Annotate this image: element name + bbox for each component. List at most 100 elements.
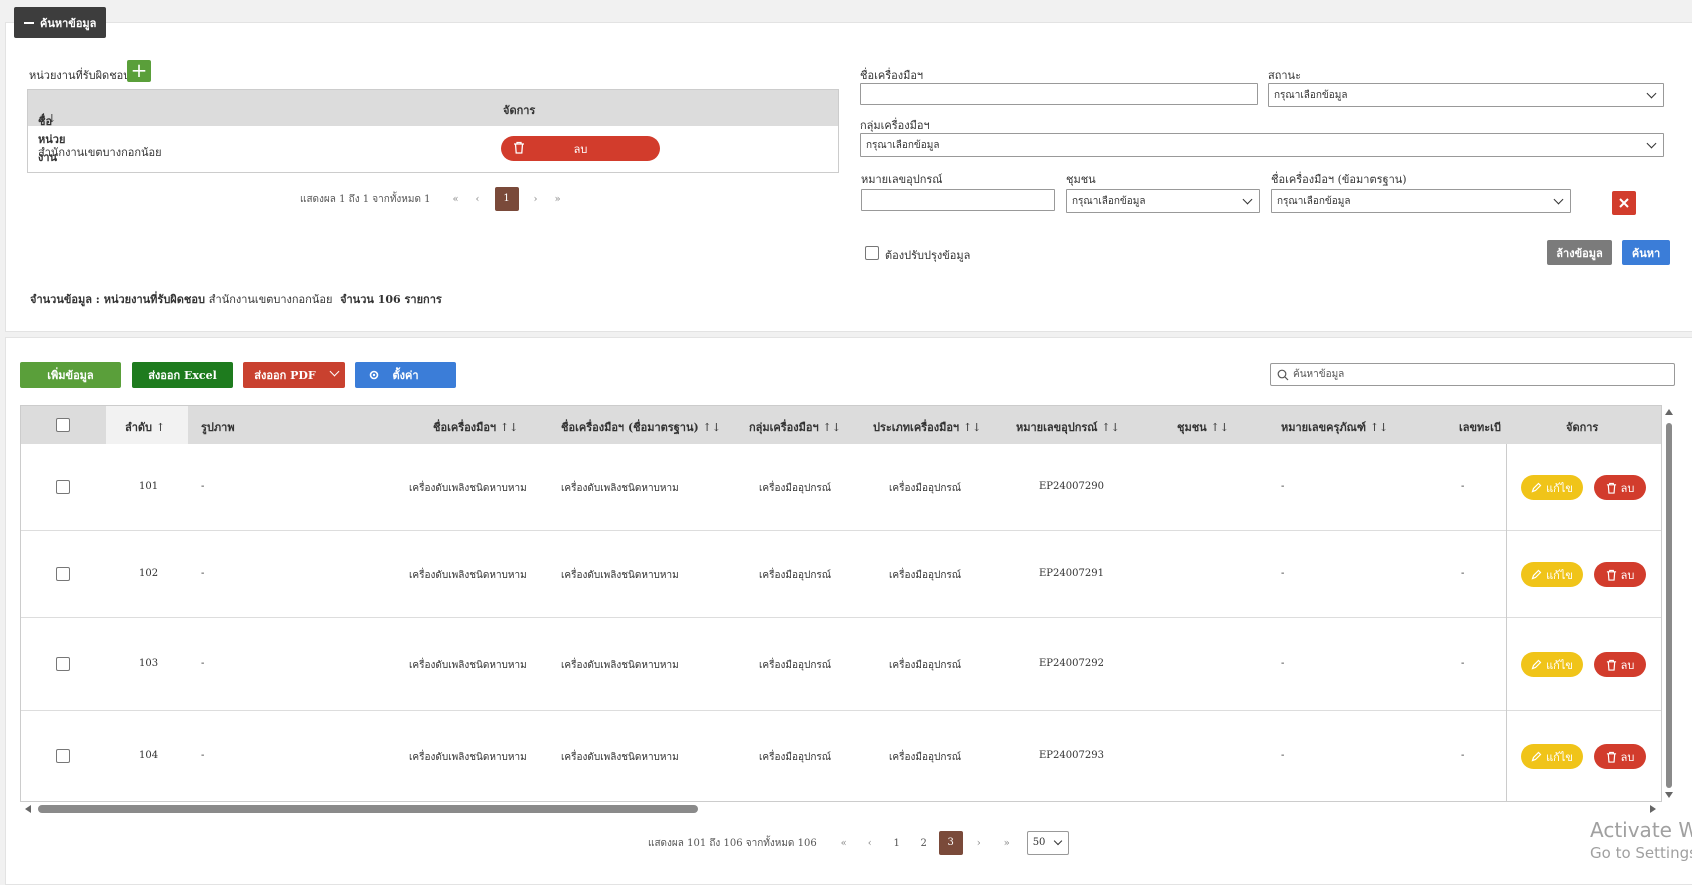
col-manage: จัดการ — [1566, 421, 1599, 434]
next-page-button[interactable]: › — [525, 194, 547, 205]
std-name-select[interactable]: กรุณาเลือกข้อมูล — [1271, 189, 1571, 213]
cell-seq: 104 — [139, 750, 159, 761]
col-type[interactable]: ประเภทเครื่องมือฯ ↑↓ — [873, 418, 981, 436]
vertical-scrollbar[interactable] — [1663, 405, 1675, 802]
responsible-label: หน่วยงานที่รับผิดชอบ — [29, 69, 131, 82]
prev-page-button[interactable]: ‹ — [467, 194, 489, 205]
delete-agency-button[interactable]: ลบ — [501, 136, 660, 161]
community-select-value: กรุณาเลือกข้อมูล — [1072, 195, 1146, 207]
clear-button[interactable]: ล้างข้อมูล — [1547, 240, 1612, 265]
community-select[interactable]: กรุณาเลือกข้อมูล — [1066, 189, 1260, 213]
scroll-left-icon[interactable] — [23, 803, 33, 815]
export-pdf-button[interactable]: ส่งออก PDF — [243, 362, 345, 388]
cell-std-name: เครื่องดับเพลิงชนิดหาบหาม — [561, 660, 679, 671]
cell-asset-no: - — [1281, 481, 1285, 492]
cell-image: - — [201, 750, 205, 761]
cell-image: - — [201, 481, 205, 492]
row-checkbox[interactable] — [56, 657, 70, 671]
device-no-input[interactable] — [861, 189, 1055, 211]
export-excel-button[interactable]: ส่งออก Excel — [132, 362, 233, 388]
page-1-button[interactable]: 1 — [494, 187, 519, 211]
delete-label: ลบ — [573, 142, 588, 156]
status-select[interactable]: กรุณาเลือกข้อมูล — [1268, 83, 1664, 107]
group-select[interactable]: กรุณาเลือกข้อมูล — [860, 133, 1664, 157]
clear-std-name-button[interactable] — [1612, 191, 1636, 215]
chevron-down-icon — [1553, 194, 1564, 205]
select-all-checkbox[interactable] — [56, 418, 70, 432]
row-checkbox[interactable] — [56, 480, 70, 494]
summary-count: จำนวน 106 รายการ — [340, 293, 442, 306]
col-std-name[interactable]: ชื่อเครื่องมือฯ (ชื่อมาตรฐาน) ↑↓ — [561, 418, 721, 436]
gear-icon — [369, 370, 379, 380]
tool-name-label: ชื่อเครื่องมือฯ — [860, 69, 924, 82]
first-page-button[interactable]: « — [831, 838, 857, 849]
search-toggle-button[interactable]: ค้นหาข้อมูล — [14, 7, 106, 38]
sort-icon: ↑↓ — [962, 421, 982, 434]
col-community[interactable]: ชุมชน ↑↓ — [1177, 418, 1229, 436]
add-responsible-button[interactable]: + — [127, 60, 151, 82]
page-1-button[interactable]: 1 — [883, 838, 911, 849]
horizontal-scrollbar[interactable] — [20, 802, 1662, 816]
row-checkbox[interactable] — [56, 567, 70, 581]
next-page-button[interactable]: › — [965, 838, 993, 849]
settings-label: ตั้งค่า — [392, 369, 419, 382]
settings-button[interactable]: ตั้งค่า — [355, 362, 456, 388]
col-reg-no[interactable]: เลขทะเบี — [1459, 418, 1503, 436]
export-pdf-label: ส่งออก PDF — [254, 369, 316, 382]
update-needed-label: ต้องปรับปรุงข้อมูล — [885, 249, 971, 262]
page-2-button[interactable]: 2 — [911, 838, 937, 849]
cell-std-name: เครื่องดับเพลิงชนิดหาบหาม — [561, 570, 679, 581]
search-icon — [1277, 369, 1289, 381]
agency-name: สำนักงานเขตบางกอกน้อย — [38, 146, 162, 159]
cell-device-no: EP24007291 — [1039, 568, 1104, 579]
summary-resp-label: หน่วยงานที่รับผิดชอบ — [103, 293, 205, 306]
cell-device-no: EP24007290 — [1039, 481, 1104, 492]
col-tool-name[interactable]: ชื่อเครื่องมือฯ ↑↓ — [433, 418, 518, 436]
page-size-value: 50 — [1032, 837, 1046, 848]
first-page-button[interactable]: « — [445, 194, 467, 205]
search-button[interactable]: ค้นหา — [1622, 240, 1670, 265]
table-pager: แสดงผล 101 ถึง 106 จากทั้งหมด 106 « ‹ 1 … — [648, 831, 1069, 855]
scroll-up-icon[interactable] — [1663, 407, 1675, 417]
col-device-no[interactable]: หมายเลขอุปกรณ์ ↑↓ — [1016, 418, 1120, 436]
col-group[interactable]: กลุ่มเครื่องมือฯ ↑↓ — [749, 418, 841, 436]
sort-icon: ↑↓ — [822, 421, 841, 434]
activation-watermark: Activate Wi Go to Settings t — [1590, 818, 1692, 862]
last-page-button[interactable]: » — [993, 838, 1021, 849]
row-checkbox[interactable] — [56, 749, 70, 763]
vertical-scroll-thumb[interactable] — [1666, 423, 1672, 788]
cell-group: เครื่องมืออุปกรณ์ — [759, 660, 832, 671]
prev-page-button[interactable]: ‹ — [857, 838, 883, 849]
data-table: ลำดับ ↑ รูปภาพ ชื่อเครื่องมือฯ ↑↓ ชื่อเค… — [20, 405, 1662, 802]
plus-icon: + — [130, 58, 148, 82]
summary-text: จำนวนข้อมูล : หน่วยงานที่รับผิดชอบ สำนัก… — [30, 290, 442, 308]
sort-icon: ↑↓ — [1369, 421, 1389, 434]
scroll-right-icon[interactable] — [1648, 803, 1658, 815]
device-no-label: หมายเลขอุปกรณ์ — [861, 173, 943, 186]
horizontal-scroll-thumb[interactable] — [38, 805, 698, 813]
chevron-down-icon[interactable] — [329, 366, 340, 377]
add-button[interactable]: เพิ่มข้อมูล — [20, 362, 121, 388]
scroll-down-icon[interactable] — [1663, 790, 1675, 800]
col-seq[interactable]: ลำดับ ↑ — [125, 418, 165, 436]
table-search-input[interactable]: ค้นหาข้อมูล — [1270, 363, 1675, 386]
tool-name-input[interactable] — [860, 83, 1258, 105]
cell-reg-no: - — [1461, 568, 1465, 579]
col-asset-no[interactable]: หมายเลขครุภัณฑ์ ↑↓ — [1281, 418, 1388, 436]
page-3-button[interactable]: 3 — [938, 831, 963, 855]
col-image[interactable]: รูปภาพ — [201, 418, 235, 436]
cell-type: เครื่องมืออุปกรณ์ — [889, 752, 962, 763]
summary-prefix: จำนวนข้อมูล : — [30, 293, 100, 306]
responsible-table: ชื่อหน่วยงาน ↑↓ จัดการ สำนักงานเขตบางกอก… — [27, 89, 839, 173]
status-label: สถานะ — [1268, 69, 1301, 82]
update-needed-checkbox[interactable] — [865, 246, 879, 260]
pager-info: แสดงผล 1 ถึง 1 จากทั้งหมด 1 — [300, 193, 431, 205]
last-page-button[interactable]: » — [547, 194, 569, 205]
pager-info: แสดงผล 101 ถึง 106 จากทั้งหมด 106 — [648, 837, 817, 849]
summary-resp-value: สำนักงานเขตบางกอกน้อย — [208, 293, 333, 306]
search-panel — [5, 22, 1692, 332]
page-size-select[interactable]: 50 — [1026, 831, 1069, 855]
cell-group: เครื่องมืออุปกรณ์ — [759, 570, 832, 581]
sort-icon: ↑↓ — [1101, 421, 1120, 434]
table-search-placeholder: ค้นหาข้อมูล — [1293, 369, 1345, 380]
